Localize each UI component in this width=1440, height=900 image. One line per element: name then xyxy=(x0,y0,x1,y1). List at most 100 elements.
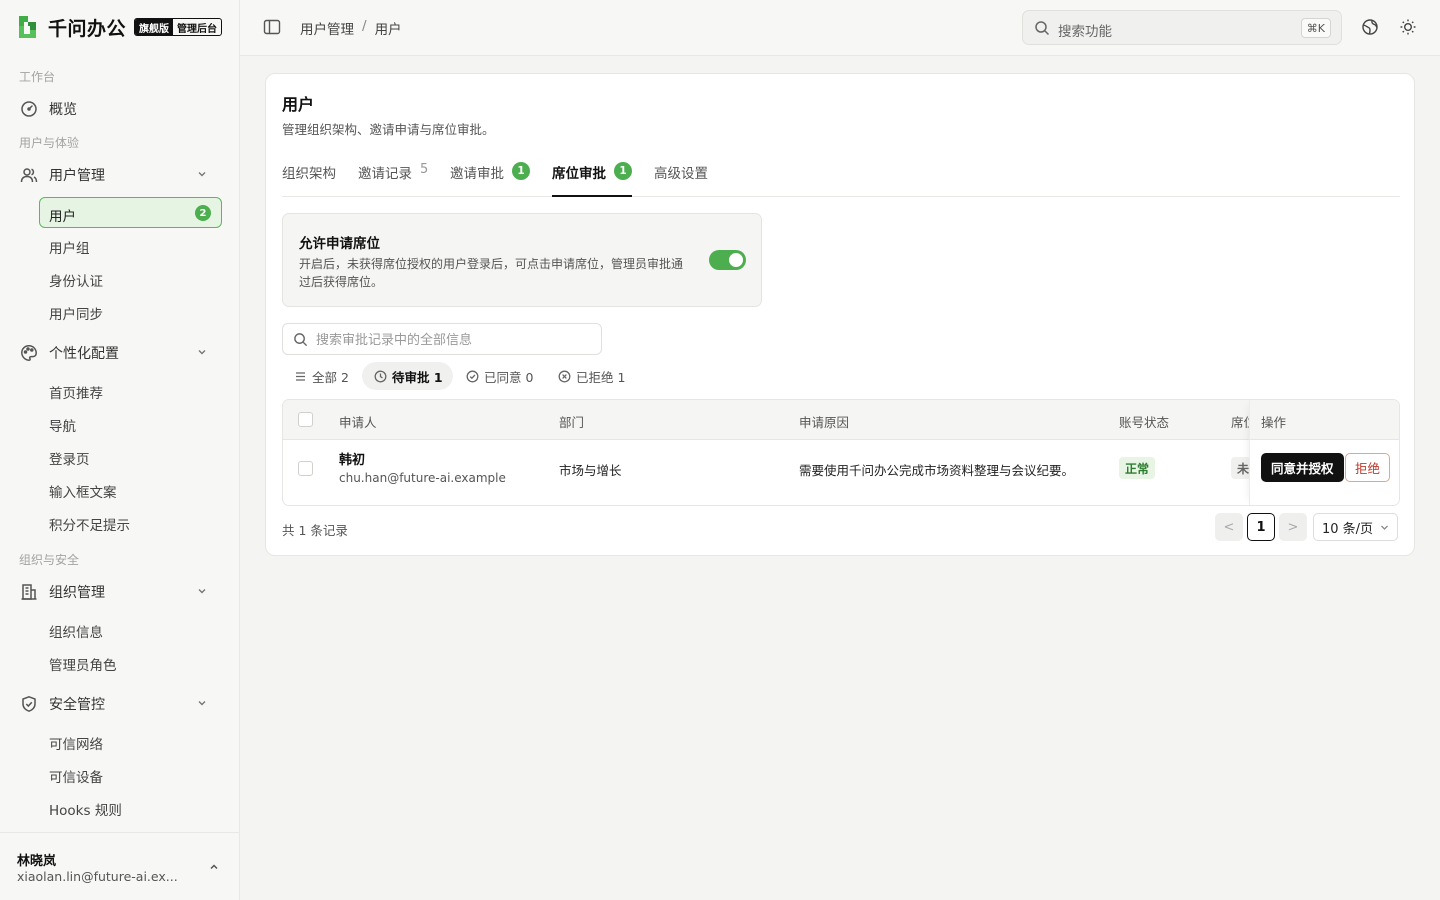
palette-icon xyxy=(21,345,37,361)
column-actions: 操作 xyxy=(1261,415,1287,430)
tab-label: 邀请记录 xyxy=(358,166,412,182)
sun-theme-icon[interactable] xyxy=(1399,18,1417,36)
seat-approval-table: 申请人 部门 申请原因 账号状态 席位 韩初 chu.han@future-ai… xyxy=(282,399,1400,506)
breadcrumb-user-management[interactable]: 用户管理 xyxy=(300,18,354,38)
column-applicant: 申请人 xyxy=(339,415,377,430)
account-menu[interactable]: 林晓岚 xiaolan.lin@future-ai.ex... xyxy=(0,832,239,900)
select-all-checkbox[interactable] xyxy=(298,412,313,427)
reject-button[interactable]: 拒绝 xyxy=(1345,453,1391,482)
edition-badge: 旗舰版 管理后台 xyxy=(134,18,223,36)
sidebar-item-label: 用户 xyxy=(49,209,76,225)
page-size-select[interactable]: 10 条/页 xyxy=(1313,513,1398,541)
tab-invite-approval[interactable]: 邀请审批 1 xyxy=(450,162,530,197)
table-row: 韩初 chu.han@future-ai.example 市场与增长 需要使用千… xyxy=(283,440,1399,505)
check-circle-icon xyxy=(466,370,479,382)
sidebar-item-label: 组织管理 xyxy=(49,585,105,601)
brand-name: 千问办公 xyxy=(48,17,127,40)
prev-page-button[interactable]: < xyxy=(1215,513,1243,541)
tab-label: 邀请审批 xyxy=(450,166,504,182)
actions-column-header: 操作 xyxy=(1250,400,1399,440)
filter-all[interactable]: 全部 2 xyxy=(282,362,359,390)
sidebar-item-org-info[interactable]: 组织信息 xyxy=(49,621,103,641)
filter-rejected[interactable]: 已拒绝 1 xyxy=(546,362,635,390)
sidebar-item-hooks-rules[interactable]: Hooks 规则 xyxy=(49,799,122,819)
global-search-placeholder: 搜索功能 xyxy=(1058,24,1112,40)
account-status-badge: 正常 xyxy=(1119,457,1156,479)
search-icon xyxy=(294,333,308,347)
tab-label: 席位审批 xyxy=(552,166,606,182)
sidebar-item-login-page[interactable]: 登录页 xyxy=(49,448,90,468)
tab-badge: 1 xyxy=(512,162,530,180)
chevron-down-icon xyxy=(198,589,206,594)
page-description: 管理组织架构、邀请申请与席位审批。 xyxy=(282,122,495,137)
sidebar-item-user-management[interactable]: 用户管理 xyxy=(20,164,220,186)
globe-icon[interactable] xyxy=(1361,18,1379,36)
tab-advanced-settings[interactable]: 高级设置 xyxy=(654,162,708,197)
building-icon xyxy=(21,584,37,600)
sidebar-item-credit-alert[interactable]: 积分不足提示 xyxy=(49,514,130,534)
tab-badge: 1 xyxy=(614,162,632,180)
records-search-input[interactable] xyxy=(316,330,586,350)
sidebar-item-home-recommend[interactable]: 首页推荐 xyxy=(49,382,103,402)
tab-invite-records[interactable]: 邀请记录 5 xyxy=(358,162,428,197)
request-reason: 需要使用千问办公完成市场资料整理与会议纪要。 xyxy=(799,463,1075,478)
sidebar-item-user-groups[interactable]: 用户组 xyxy=(49,237,90,257)
list-icon xyxy=(296,371,305,381)
filter-label: 全部 2 xyxy=(312,369,349,385)
seat-request-setting: 允许申请席位 开启后，未获得席位授权的用户登录后，可点击申请席位，管理员审批通过… xyxy=(282,213,762,307)
nav-section-org-security: 组织与安全 xyxy=(19,553,80,567)
search-icon xyxy=(1035,21,1050,36)
chevron-down-icon xyxy=(198,350,206,355)
toggle-knob xyxy=(729,253,743,267)
sidebar-item-org-management[interactable]: 组织管理 xyxy=(20,581,220,603)
sidebar-item-overview[interactable]: 概览 xyxy=(20,98,220,120)
column-department: 部门 xyxy=(559,415,585,430)
sidebar-item-label: 安全管控 xyxy=(49,697,105,713)
sidebar-item-users[interactable]: 用户 2 xyxy=(39,197,222,228)
sidebar-item-personalization[interactable]: 个性化配置 xyxy=(20,342,220,364)
filter-pending[interactable]: 待审批 1 xyxy=(362,362,453,390)
approve-grant-button[interactable]: 同意并授权 xyxy=(1261,453,1344,482)
x-circle-icon xyxy=(558,370,571,382)
allow-seat-request-toggle[interactable] xyxy=(709,250,746,270)
sidebar-item-user-sync[interactable]: 用户同步 xyxy=(49,303,103,323)
breadcrumb-users: 用户 xyxy=(374,22,402,38)
nav-section-workbench: 工作台 xyxy=(19,70,56,84)
setting-title: 允许申请席位 xyxy=(299,236,380,252)
row-checkbox[interactable] xyxy=(298,461,313,476)
sidebar-item-trusted-network[interactable]: 可信网络 xyxy=(49,733,103,753)
next-page-button[interactable]: > xyxy=(1279,513,1307,541)
page-size-value: 10 条/页 xyxy=(1322,521,1374,537)
search-shortcut-badge: ⌘K xyxy=(1300,18,1331,38)
page-title: 用户 xyxy=(282,95,315,114)
tab-count: 5 xyxy=(420,162,429,177)
table-header: 申请人 部门 申请原因 账号状态 席位 xyxy=(283,400,1399,440)
sidebar-item-trusted-devices[interactable]: 可信设备 xyxy=(49,766,103,786)
sidebar-item-admin-roles[interactable]: 管理员角色 xyxy=(49,654,117,674)
column-reason: 申请原因 xyxy=(799,415,850,430)
brand[interactable]: 千问办公 旗舰版 管理后台 xyxy=(16,13,223,41)
nav-section-users: 用户与体验 xyxy=(19,136,80,150)
sidebar-item-input-copy[interactable]: 输入框文案 xyxy=(49,481,117,501)
sidebar: 千问办公 旗舰版 管理后台 工作台 概览 用户与体验 用户管理 用户 2 用户组… xyxy=(0,0,240,900)
sidebar-item-security[interactable]: 安全管控 xyxy=(20,693,220,715)
filter-approved[interactable]: 已同意 0 xyxy=(454,362,543,390)
sidebar-item-navigation[interactable]: 导航 xyxy=(49,415,76,435)
sidebar-toggle-icon[interactable] xyxy=(263,18,281,36)
edition-badge-secondary: 管理后台 xyxy=(177,23,218,35)
chevron-down-icon xyxy=(1381,525,1388,530)
column-account-status: 账号状态 xyxy=(1119,415,1170,430)
sidebar-item-identity-auth[interactable]: 身份认证 xyxy=(49,270,103,290)
tab-label: 组织架构 xyxy=(282,166,336,182)
topbar: 用户管理 / 用户 搜索功能 ⌘K xyxy=(240,0,1440,56)
tab-bar: 组织架构 邀请记录 5 邀请审批 1 席位审批 1 高级设置 xyxy=(282,162,1400,197)
users-card: 用户 管理组织架构、邀请申请与席位审批。 组织架构 邀请记录 5 邀请审批 1 … xyxy=(265,73,1415,556)
tab-seat-approval[interactable]: 席位审批 1 xyxy=(552,162,632,197)
page-1-button[interactable]: 1 xyxy=(1247,513,1275,541)
tab-org-structure[interactable]: 组织架构 xyxy=(282,162,336,197)
breadcrumb: 用户管理 / 用户 xyxy=(300,18,402,38)
setting-description: 开启后，未获得席位授权的用户登录后，可点击申请席位，管理员审批通过后获得席位。 xyxy=(299,257,684,289)
global-search[interactable]: 搜索功能 ⌘K xyxy=(1022,10,1342,45)
filter-label: 待审批 1 xyxy=(392,369,443,385)
chevron-down-icon xyxy=(198,701,206,706)
